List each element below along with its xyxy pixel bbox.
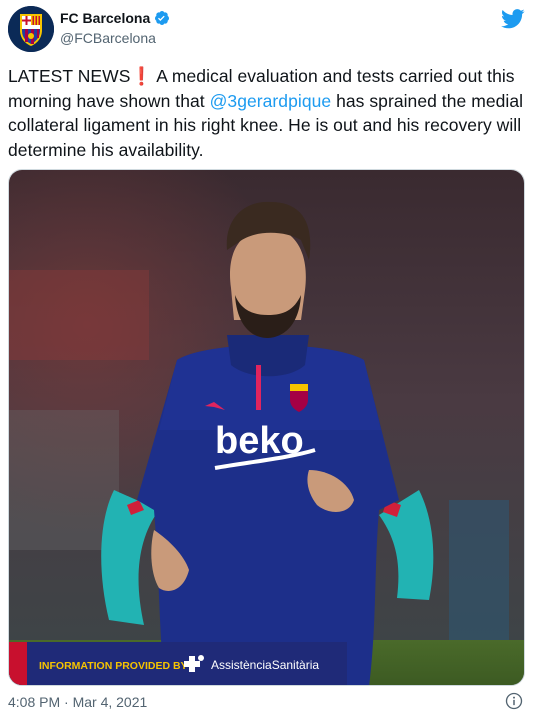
player-photo: beko INFORMATION PROVIDED BY Assistència… <box>9 170 524 685</box>
mention-link[interactable]: @3gerardpique <box>210 91 332 111</box>
tweet-text: LATEST NEWS❗ A medical evaluation and te… <box>8 64 528 162</box>
banner-sponsor: AssistènciaSanitària <box>211 658 319 672</box>
tweet-header: FC Barcelona @FCBarcelona <box>8 6 529 54</box>
banner-label: INFORMATION PROVIDED BY <box>39 660 188 672</box>
avatar[interactable] <box>8 6 54 52</box>
display-name[interactable]: FC Barcelona <box>60 10 150 26</box>
latest-news-label: LATEST NEWS <box>8 66 131 86</box>
twitter-bird-icon[interactable] <box>501 8 525 30</box>
club-crest-icon <box>8 6 54 52</box>
handle[interactable]: @FCBarcelona <box>60 30 156 46</box>
name-row: FC Barcelona <box>60 10 170 26</box>
info-icon[interactable] <box>505 692 523 710</box>
tweet-timestamp[interactable]: 4:08 PM · Mar 4, 2021 <box>8 694 147 710</box>
tweet-media[interactable]: beko INFORMATION PROVIDED BY Assistència… <box>8 169 525 686</box>
exclamation-icon: ❗ <box>130 66 153 86</box>
verified-badge-icon <box>155 11 170 25</box>
